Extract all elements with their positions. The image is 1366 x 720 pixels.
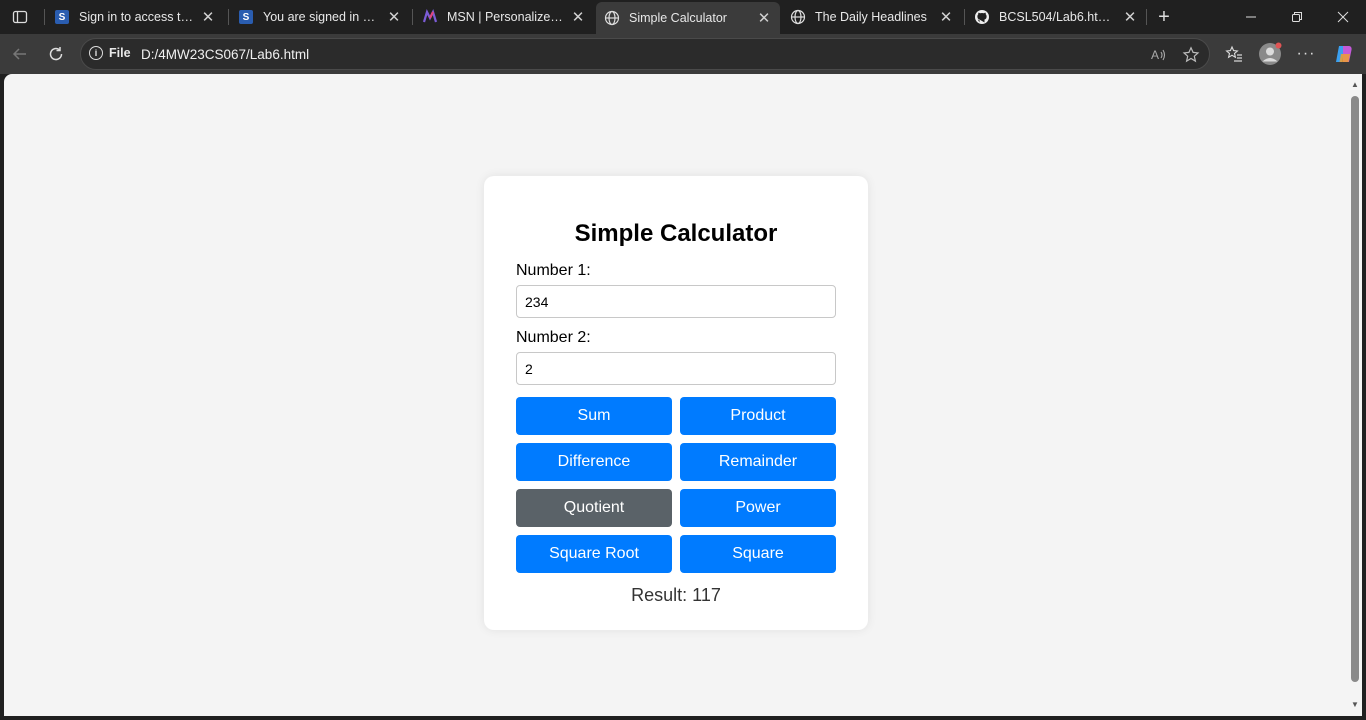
- close-tab-icon[interactable]: ✕: [386, 9, 402, 26]
- s-logo-icon: S: [238, 9, 254, 25]
- new-tab-button[interactable]: +: [1152, 5, 1176, 29]
- scroll-thumb[interactable]: [1351, 96, 1359, 682]
- globe-icon: [604, 10, 620, 26]
- close-tab-icon[interactable]: ✕: [756, 10, 772, 27]
- info-icon: i: [89, 46, 103, 60]
- difference-button[interactable]: Difference: [516, 443, 672, 481]
- favorites-icon: [1225, 45, 1242, 62]
- copilot-button[interactable]: [1330, 40, 1358, 68]
- tab-simple-calculator[interactable]: Simple Calculator ✕: [596, 2, 780, 34]
- avatar-icon: [1259, 42, 1282, 65]
- favorites-button[interactable]: [1220, 40, 1248, 68]
- close-tab-icon[interactable]: ✕: [1122, 9, 1138, 26]
- quotient-button[interactable]: Quotient: [516, 489, 672, 527]
- result-text: Result: 117: [631, 585, 721, 605]
- number2-label: Number 2:: [516, 329, 591, 346]
- browser-toolbar: i File D:/4MW23CS067/Lab6.html A ···: [0, 34, 1366, 74]
- close-tab-icon[interactable]: ✕: [200, 9, 216, 26]
- s-logo-icon: S: [54, 9, 70, 25]
- github-icon: [974, 9, 990, 25]
- copilot-icon: [1336, 46, 1352, 62]
- read-aloud-button[interactable]: A: [1148, 44, 1170, 66]
- close-tab-icon[interactable]: ✕: [570, 9, 586, 26]
- calculator-title: Simple Calculator: [574, 220, 778, 247]
- more-icon: ···: [1296, 45, 1316, 62]
- close-tab-icon[interactable]: ✕: [938, 9, 954, 26]
- site-info-button[interactable]: i File: [89, 46, 131, 60]
- settings-menu-button[interactable]: ···: [1292, 40, 1320, 68]
- tab-signed-in[interactable]: S You are signed in as 23 ✕: [230, 4, 410, 30]
- tab-actions-button[interactable]: [8, 6, 32, 28]
- tab-separator: [412, 9, 413, 25]
- url-text[interactable]: D:/4MW23CS067/Lab6.html: [141, 47, 309, 62]
- square-button[interactable]: Square: [680, 535, 836, 573]
- tab-daily-headlines[interactable]: The Daily Headlines ✕: [782, 4, 962, 30]
- refresh-icon: [49, 47, 63, 61]
- close-icon: [1337, 11, 1349, 23]
- sum-button[interactable]: Sum: [516, 397, 672, 435]
- tab-sign-in[interactable]: S Sign in to access this n ✕: [46, 4, 224, 30]
- number1-input[interactable]: [516, 285, 836, 318]
- restore-icon: [1292, 12, 1302, 22]
- plus-icon: +: [1158, 5, 1170, 28]
- msn-icon: [422, 9, 438, 25]
- back-arrow-icon: [12, 48, 26, 60]
- tab-separator: [44, 9, 45, 25]
- back-button[interactable]: [6, 40, 34, 68]
- address-bar[interactable]: i File D:/4MW23CS067/Lab6.html A: [80, 38, 1210, 70]
- tab-actions-icon: [12, 10, 28, 24]
- minimize-icon: [1246, 16, 1256, 18]
- refresh-button[interactable]: [42, 40, 70, 68]
- read-aloud-icon: A: [1151, 48, 1166, 62]
- restore-button[interactable]: [1274, 0, 1320, 34]
- power-button[interactable]: Power: [680, 489, 836, 527]
- vertical-scrollbar[interactable]: ▲ ▼: [1348, 74, 1362, 716]
- number1-label: Number 1:: [516, 262, 591, 279]
- globe-icon: [790, 9, 806, 25]
- tab-separator: [228, 9, 229, 25]
- close-window-button[interactable]: [1320, 0, 1366, 34]
- square-root-button[interactable]: Square Root: [516, 535, 672, 573]
- tab-separator: [1146, 9, 1147, 25]
- profile-button[interactable]: [1256, 40, 1284, 68]
- svg-text:A: A: [1151, 48, 1159, 62]
- tab-github[interactable]: BCSL504/Lab6.html at ✕: [966, 4, 1146, 30]
- product-button[interactable]: Product: [680, 397, 836, 435]
- number2-input[interactable]: [516, 352, 836, 385]
- tab-separator: [964, 9, 965, 25]
- minimize-button[interactable]: [1228, 0, 1274, 34]
- tab-strip: S Sign in to access this n ✕ S You are s…: [0, 0, 1366, 34]
- tab-msn[interactable]: MSN | Personalized Ne ✕: [414, 4, 594, 30]
- calculator-card: Simple Calculator Number 1: Number 2: Su…: [484, 176, 868, 630]
- scroll-up-icon[interactable]: ▲: [1350, 80, 1360, 90]
- favorite-button[interactable]: [1180, 44, 1202, 66]
- star-icon: [1182, 46, 1200, 63]
- scroll-down-icon[interactable]: ▼: [1350, 700, 1360, 710]
- remainder-button[interactable]: Remainder: [680, 443, 836, 481]
- page-viewport: Simple Calculator Number 1: Number 2: Su…: [4, 74, 1348, 716]
